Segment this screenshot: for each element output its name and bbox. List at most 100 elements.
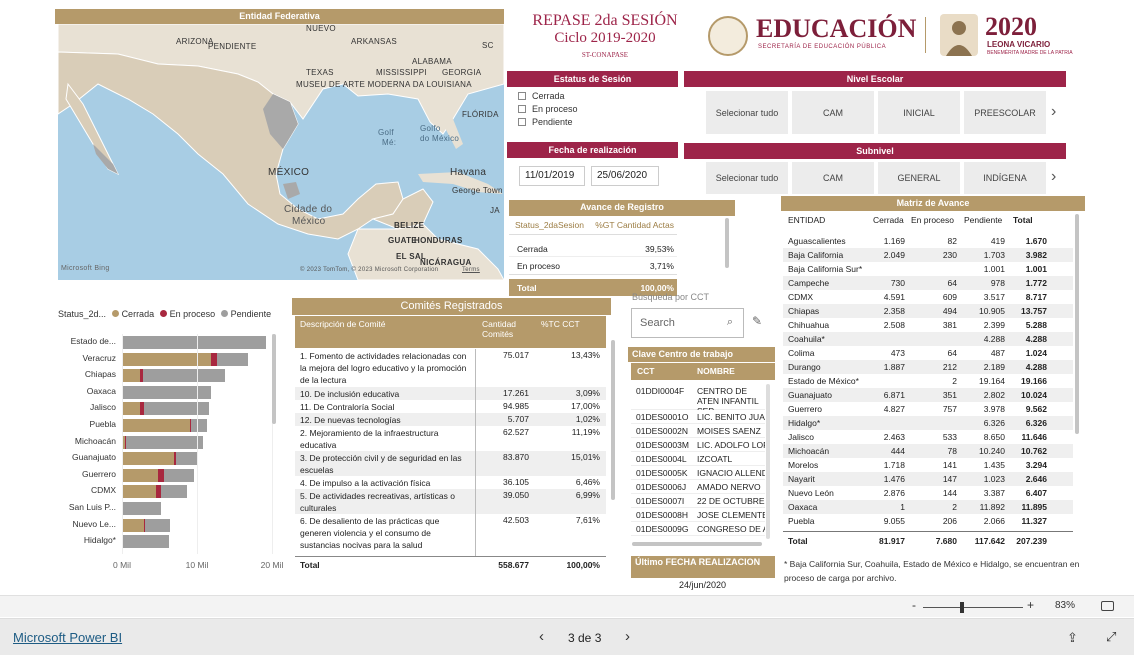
bar-pendiente[interactable] bbox=[161, 485, 188, 499]
bar-pendiente[interactable] bbox=[163, 468, 194, 482]
table-row[interactable]: 1. Fomento de actividades relacionadas c… bbox=[295, 349, 606, 387]
table-row[interactable]: 11. De Contraloría Social 94.985 17,00% bbox=[295, 400, 606, 413]
fullscreen-icon[interactable]: ⤢ bbox=[1106, 629, 1116, 645]
table-row[interactable]: Baja California Sur* 1.001 1.001 bbox=[783, 262, 1073, 276]
cct-vscrollbar[interactable] bbox=[766, 384, 770, 539]
table-row[interactable]: 01DES0004L IZCOATL bbox=[631, 452, 765, 466]
table-row[interactable]: Michoacán 444 78 10.240 10.762 bbox=[783, 444, 1073, 458]
nivel-tile[interactable]: INICIAL bbox=[878, 91, 960, 134]
bar-pendiente[interactable] bbox=[144, 518, 171, 532]
table-row[interactable]: Guerrero 4.827 757 3.978 9.562 bbox=[783, 402, 1073, 416]
chart-scrollbar[interactable] bbox=[272, 334, 276, 424]
checkbox[interactable] bbox=[518, 105, 526, 113]
powerbi-link[interactable]: Microsoft Power BI bbox=[13, 630, 122, 645]
table-row[interactable]: Hidalgo* 6.326 6.326 bbox=[783, 416, 1073, 430]
table-row[interactable]: Puebla 9.055 206 2.066 11.327 bbox=[783, 514, 1073, 528]
zoom-slider-handle[interactable] bbox=[960, 602, 964, 613]
bar-cerrada[interactable] bbox=[122, 468, 159, 482]
legend-item-pendiente[interactable]: Pendiente bbox=[221, 309, 271, 319]
matriz-scrollbar[interactable] bbox=[1075, 214, 1079, 434]
zoom-slider[interactable] bbox=[923, 607, 1023, 608]
table-row[interactable]: 5. De actividades recreativas, artística… bbox=[295, 489, 606, 514]
nivel-next-icon[interactable]: › bbox=[1051, 103, 1056, 121]
table-row[interactable]: 12. De nuevas tecnologías 5.707 1,02% bbox=[295, 413, 606, 426]
bar-pendiente[interactable] bbox=[217, 352, 248, 366]
table-row[interactable]: Oaxaca 1 2 11.892 11.895 bbox=[783, 500, 1073, 514]
bar-pendiente[interactable] bbox=[144, 402, 210, 416]
share-icon[interactable]: ⇪ bbox=[1067, 630, 1078, 646]
bar-cerrada[interactable] bbox=[122, 402, 141, 416]
bar-cerrada[interactable] bbox=[122, 452, 174, 466]
subnivel-next-icon[interactable]: › bbox=[1051, 168, 1056, 186]
fecha-from-input[interactable]: 11/01/2019 bbox=[519, 166, 585, 186]
status-option-pendiente[interactable]: Pendiente bbox=[518, 117, 578, 127]
table-row[interactable]: 01DDI0004FCENTRO DE ATEN INFANTIL SEP bbox=[631, 384, 765, 416]
subnivel-tile[interactable]: CAM bbox=[792, 162, 874, 194]
zoom-in-button[interactable]: + bbox=[1027, 598, 1034, 612]
table-row[interactable]: 01DES0005K IGNACIO ALLENDI bbox=[631, 466, 765, 480]
bar-pendiente[interactable] bbox=[122, 535, 170, 549]
search-icon[interactable]: ⌕ bbox=[727, 316, 733, 329]
eraser-icon[interactable]: ✎ bbox=[752, 314, 762, 328]
fecha-to-input[interactable]: 25/06/2020 bbox=[591, 166, 659, 186]
bar-pendiente[interactable] bbox=[191, 419, 207, 432]
table-row[interactable]: Nuevo León 2.876 144 3.387 6.407 bbox=[783, 486, 1073, 500]
table-row[interactable]: 4. De impulso a la activación física 36.1… bbox=[295, 476, 606, 489]
bar-cerrada[interactable] bbox=[122, 369, 140, 383]
nivel-tile[interactable]: Selecionar tudo bbox=[706, 91, 788, 134]
table-row[interactable]: 3. De protección civil y de seguridad en… bbox=[295, 451, 606, 476]
bar-pendiente[interactable] bbox=[122, 336, 266, 349]
bar-pendiente[interactable] bbox=[143, 369, 226, 383]
table-row[interactable]: Estado de México* 2 19.164 19.166 bbox=[783, 374, 1073, 388]
table-row[interactable]: 01DES0007I 22 DE OCTUBRE bbox=[631, 494, 765, 508]
checkbox[interactable] bbox=[518, 92, 526, 100]
table-row[interactable]: Coahuila* 4.288 4.288 bbox=[783, 332, 1073, 346]
table-row[interactable]: Baja California 2.049 230 1.703 3.982 bbox=[783, 248, 1073, 262]
zoom-out-button[interactable]: - bbox=[912, 598, 916, 612]
bar-cerrada[interactable] bbox=[122, 518, 144, 532]
table-row[interactable]: 01DES0006J AMADO NERVO bbox=[631, 480, 765, 494]
map-terms-link[interactable]: Terms bbox=[462, 267, 480, 273]
table-row[interactable]: Chiapas 2.358 494 10.905 13.757 bbox=[783, 304, 1073, 318]
subnivel-tile[interactable]: Selecionar tudo bbox=[706, 162, 788, 194]
table-row[interactable]: Aguascalientes 1.169 82 419 1.670 bbox=[783, 234, 1073, 248]
table-row[interactable]: Durango 1.887 212 2.189 4.288 bbox=[783, 360, 1073, 374]
legend-item-en-proceso[interactable]: En proceso bbox=[160, 309, 215, 319]
avance-scrollbar[interactable] bbox=[725, 218, 729, 268]
table-row[interactable]: Jalisco 2.463 533 8.650 11.646 bbox=[783, 430, 1073, 444]
table-row[interactable]: Morelos 1.718 141 1.435 3.294 bbox=[783, 458, 1073, 472]
bar-pendiente[interactable] bbox=[125, 435, 203, 449]
fit-page-icon[interactable] bbox=[1101, 601, 1114, 611]
prev-page-icon[interactable]: ‹ bbox=[539, 628, 544, 645]
table-row[interactable]: 2. Mejoramiento de la infraestructura ed… bbox=[295, 426, 606, 451]
bar-cerrada[interactable] bbox=[122, 485, 157, 499]
subnivel-tile[interactable]: GENERAL bbox=[878, 162, 960, 194]
checkbox[interactable] bbox=[518, 118, 526, 126]
table-row[interactable]: 6. De desaliento de las prácticas que ge… bbox=[295, 514, 606, 550]
table-row[interactable]: Nayarit 1.476 147 1.023 2.646 bbox=[783, 472, 1073, 486]
legend-item-cerrada[interactable]: Cerrada bbox=[112, 309, 154, 319]
bar-pendiente[interactable] bbox=[176, 452, 198, 466]
bar-cerrada[interactable] bbox=[122, 419, 190, 432]
table-row[interactable]: 01DES0008H JOSE CLEMENTE bbox=[631, 508, 765, 522]
table-row[interactable]: Campeche 730 64 978 1.772 bbox=[783, 276, 1073, 290]
table-row[interactable]: 10. De inclusión educativa 17.261 3,09% bbox=[295, 387, 606, 400]
next-page-icon[interactable]: › bbox=[625, 628, 630, 645]
table-row[interactable]: 01DES0001O LIC. BENITO JUAR bbox=[631, 410, 765, 424]
table-row[interactable]: 01DES0003M LIC. ADOLFO LOF bbox=[631, 438, 765, 452]
subnivel-tile[interactable]: INDÍGENA bbox=[964, 162, 1046, 194]
table-row[interactable]: 01DES0002N MOISES SAENZ bbox=[631, 424, 765, 438]
table-row[interactable]: Guanajuato 6.871 351 2.802 10.024 bbox=[783, 388, 1073, 402]
nivel-tile[interactable]: CAM bbox=[792, 91, 874, 134]
table-row[interactable]: 01DES0009G CONGRESO DE A bbox=[631, 522, 765, 536]
bar-pendiente[interactable] bbox=[122, 502, 161, 515]
table-row[interactable]: CDMX 4.591 609 3.517 8.717 bbox=[783, 290, 1073, 304]
cct-hscrollbar[interactable] bbox=[632, 542, 762, 546]
table-row[interactable]: Colima 473 64 487 1.024 bbox=[783, 346, 1073, 360]
comites-scrollbar[interactable] bbox=[611, 340, 615, 500]
table-row[interactable]: Chihuahua 2.508 381 2.399 5.288 bbox=[783, 318, 1073, 332]
nivel-tile[interactable]: PREESCOLAR bbox=[964, 91, 1046, 134]
search-input[interactable]: Search ⌕ bbox=[631, 308, 744, 338]
status-option-en-proceso[interactable]: En proceso bbox=[518, 104, 578, 114]
map[interactable]: ARIZONA NUEVO ARKANSAS SC PENDIENTE ALAB… bbox=[58, 24, 504, 280]
